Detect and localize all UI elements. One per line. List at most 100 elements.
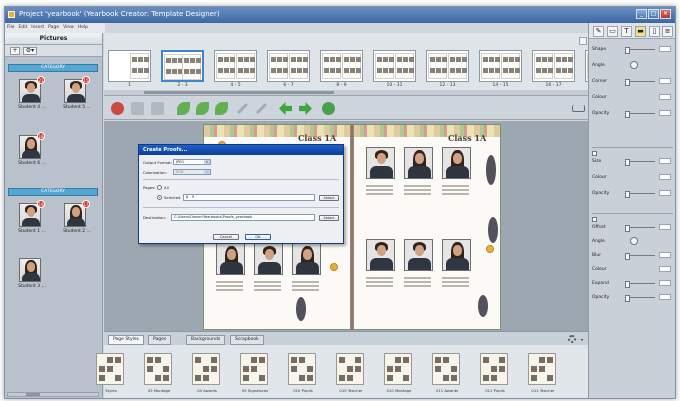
tab-scrapbook[interactable]: Scrapbook <box>230 335 264 345</box>
page-style-item[interactable]: Styles <box>88 353 134 398</box>
next-arrow-icon[interactable] <box>299 102 312 115</box>
select-destination-button[interactable]: Select <box>319 215 339 221</box>
property-value-box[interactable] <box>659 252 671 258</box>
spread-thumb[interactable] <box>320 50 363 82</box>
page-style-item[interactable]: 04 Awards <box>184 353 230 398</box>
highlight-icon[interactable]: ▬ <box>635 26 646 37</box>
layers-icon[interactable]: ≡ <box>662 26 673 37</box>
property-slider[interactable] <box>625 295 655 302</box>
add-leaf-2-icon[interactable] <box>196 102 209 115</box>
undo-icon[interactable] <box>131 102 144 115</box>
page-style-item[interactable]: 05 Signatures <box>232 353 278 398</box>
picture-thumb[interactable]: 18 Student 6 ... <box>15 132 46 169</box>
student-portrait[interactable] <box>366 239 395 271</box>
property-slider[interactable] <box>625 159 655 166</box>
add-picture-button[interactable]: + <box>10 47 20 55</box>
student-portrait[interactable] <box>442 239 471 271</box>
page-style-item[interactable]: 011 Teacher <box>520 353 566 398</box>
globe-icon[interactable] <box>322 102 335 115</box>
page-style-item[interactable]: 03 Montage <box>136 353 182 398</box>
select-pages-button[interactable]: Select <box>319 195 339 201</box>
menu-help[interactable]: Help <box>76 23 90 33</box>
picture-thumb[interactable]: Student 3 ... <box>15 258 46 292</box>
filmstrip-scrollbar[interactable] <box>104 90 588 95</box>
student-portrait[interactable] <box>404 239 433 271</box>
cart-icon[interactable] <box>572 105 585 112</box>
text-icon[interactable]: T <box>621 26 632 37</box>
property-value-box[interactable] <box>659 190 671 196</box>
property-value-box[interactable] <box>659 224 671 230</box>
menu-view[interactable]: View <box>61 23 76 33</box>
property-value-box[interactable] <box>659 110 671 116</box>
spread-thumb[interactable] <box>479 50 522 82</box>
add-leaf-icon[interactable] <box>177 102 190 115</box>
picture-group-header[interactable]: CATEGORY <box>8 188 98 196</box>
pictures-settings-button[interactable]: ⚙▾ <box>23 47 37 55</box>
page-style-item[interactable]: 010 Pupils <box>280 353 326 398</box>
property-value-box[interactable] <box>659 294 671 300</box>
property-value-box[interactable] <box>659 78 671 84</box>
spread-thumb[interactable] <box>426 50 469 82</box>
cancel-button[interactable]: Cancel <box>213 234 239 240</box>
spread-thumb[interactable] <box>108 50 151 82</box>
ok-button[interactable]: OK <box>245 234 271 240</box>
picture-thumb[interactable]: 21 Student 4 ... <box>15 76 46 113</box>
minimize-button[interactable]: _ <box>636 9 647 19</box>
magic-wand-icon[interactable] <box>236 102 249 115</box>
page-style-item[interactable]: 010 Montage <box>376 353 422 398</box>
close-button[interactable]: ✕ <box>660 9 671 19</box>
picture-group-header[interactable]: CATEGORY <box>8 64 98 72</box>
all-pages-radio[interactable] <box>157 185 162 190</box>
spread-thumb[interactable] <box>214 50 257 82</box>
colour-swatch[interactable] <box>659 94 671 100</box>
property-value-box[interactable] <box>659 158 671 164</box>
gear-icon[interactable] <box>568 335 576 343</box>
menu-insert[interactable]: Insert <box>29 23 46 33</box>
property-slider[interactable] <box>625 111 655 118</box>
student-portrait[interactable] <box>292 243 321 275</box>
tab-page-styles[interactable]: Page Styles <box>108 335 144 345</box>
angle-dial[interactable] <box>630 61 638 69</box>
student-portrait[interactable] <box>216 243 245 275</box>
previous-arrow-icon[interactable] <box>279 102 292 115</box>
spread-thumb[interactable] <box>267 50 310 82</box>
paint-icon[interactable]: ✎ <box>593 26 604 37</box>
student-portrait[interactable] <box>442 147 471 179</box>
pen-icon[interactable] <box>255 102 268 115</box>
student-portrait[interactable] <box>366 147 395 179</box>
page-style-item[interactable]: 010 Teacher <box>328 353 374 398</box>
property-value-box[interactable] <box>659 280 671 286</box>
property-slider[interactable] <box>625 281 655 288</box>
border-enable-checkbox[interactable] <box>592 151 597 156</box>
selected-pages-input[interactable]: 8 - 9 <box>183 194 315 201</box>
chevron-down-icon[interactable]: ▾ <box>581 337 583 342</box>
spread-thumb[interactable] <box>161 50 204 82</box>
image-icon[interactable]: ▭ <box>607 26 618 37</box>
angle-dial[interactable] <box>630 237 638 245</box>
stop-icon[interactable] <box>111 102 124 115</box>
picture-thumb[interactable]: 17 Student 2 ... <box>60 200 91 237</box>
page-style-item[interactable]: 011 Awards <box>424 353 470 398</box>
student-portrait[interactable] <box>404 147 433 179</box>
menu-edit[interactable]: Edit <box>17 23 30 33</box>
shadow-enable-checkbox[interactable] <box>592 217 597 222</box>
selected-pages-radio[interactable] <box>157 195 162 200</box>
colour-swatch[interactable] <box>659 174 671 180</box>
add-leaf-3-icon[interactable] <box>215 102 228 115</box>
picture-thumb[interactable]: 19 Student 1 ... <box>15 200 46 237</box>
student-portrait[interactable] <box>254 243 283 275</box>
page-icon[interactable]: ▯ <box>649 26 660 37</box>
page-style-item[interactable]: 011 Pupils <box>472 353 518 398</box>
colour-swatch[interactable] <box>659 266 671 272</box>
output-format-select[interactable]: JPEG ▾ <box>173 159 211 165</box>
menu-page[interactable]: Page <box>46 23 61 33</box>
menu-file[interactable]: File <box>5 23 17 33</box>
picture-thumb[interactable]: 15 Student 5 ... <box>60 76 91 113</box>
tab-backgrounds[interactable]: Backgrounds <box>186 335 226 345</box>
colorization-select[interactable]: RGB ▾ <box>173 169 211 175</box>
property-slider[interactable] <box>625 225 655 232</box>
property-slider[interactable] <box>625 253 655 260</box>
destination-input[interactable]: C:\Users\Owner\Yearbooks\Proofs_yearbook <box>171 214 315 221</box>
spread-thumb[interactable] <box>373 50 416 82</box>
pictures-scrollbar[interactable] <box>7 392 99 397</box>
